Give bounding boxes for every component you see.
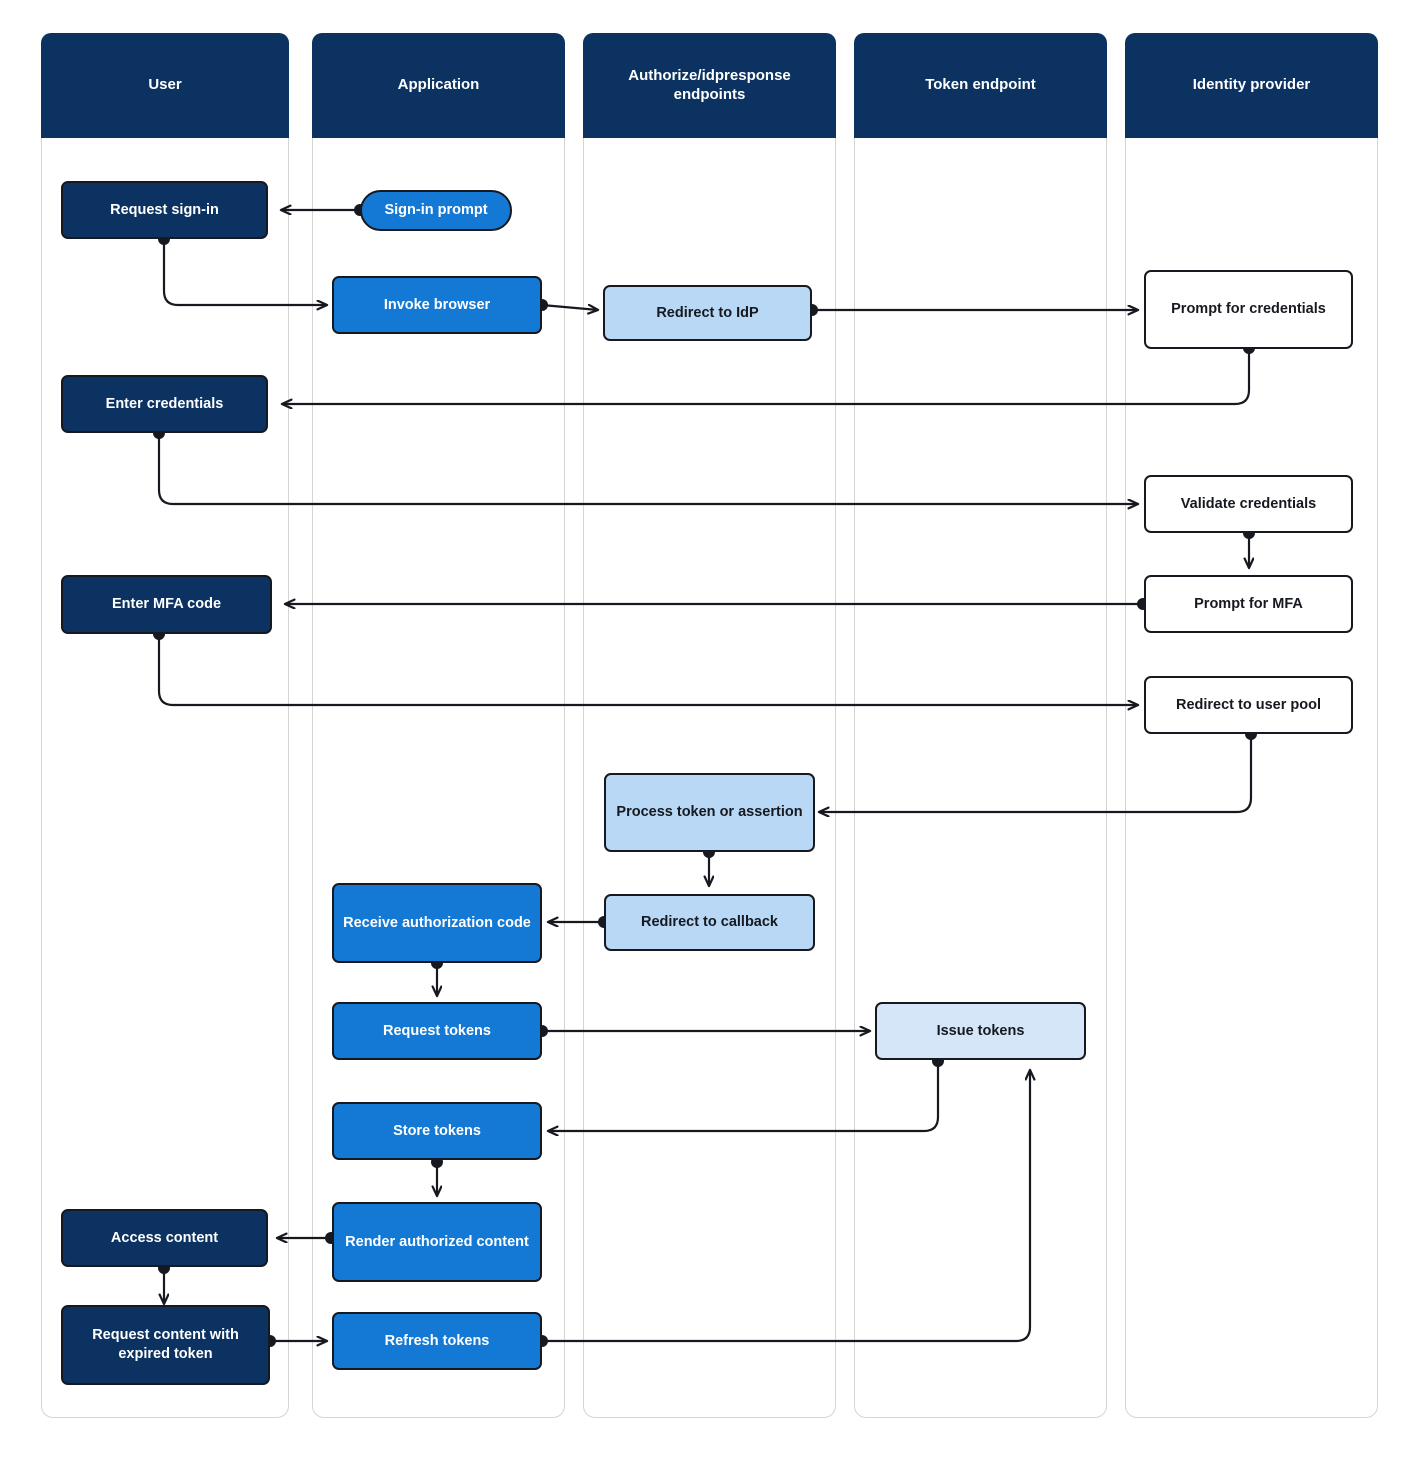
- node-request-sign-in[interactable]: Request sign-in: [61, 181, 268, 239]
- node-prompt-for-mfa[interactable]: Prompt for MFA: [1144, 575, 1353, 633]
- node-label: Sign-in prompt: [384, 202, 488, 219]
- node-request-tokens[interactable]: Request tokens: [332, 1002, 542, 1060]
- lane-header-identity-provider: Identity provider: [1125, 33, 1378, 138]
- node-render-authorized-content[interactable]: Render authorized content: [332, 1202, 542, 1282]
- node-label: Request content with expired token: [92, 1327, 239, 1362]
- lane-header-label: Token endpoint: [925, 76, 1036, 94]
- node-store-tokens[interactable]: Store tokens: [332, 1102, 542, 1160]
- node-label: Prompt for credentials: [1171, 301, 1326, 318]
- swimlane-diagram: User Application Authorize/idpresponse e…: [0, 0, 1414, 1467]
- node-sign-in-prompt[interactable]: Sign-in prompt: [360, 190, 512, 231]
- node-request-content-with-expired-token[interactable]: Request content with expired token: [61, 1305, 270, 1385]
- node-label: Enter MFA code: [111, 596, 222, 613]
- node-redirect-to-user-pool[interactable]: Redirect to user pool: [1144, 676, 1353, 734]
- node-label: Redirect to callback: [641, 914, 778, 931]
- node-label: Access content: [110, 1229, 219, 1246]
- lane-header-user: User: [41, 33, 289, 138]
- node-label: Request tokens: [383, 1022, 491, 1039]
- node-process-token-or-assertion[interactable]: Process token or assertion: [604, 773, 815, 852]
- node-redirect-to-idp[interactable]: Redirect to IdP: [603, 285, 812, 341]
- node-label: Refresh tokens: [384, 1332, 490, 1349]
- lane-token-endpoint: [854, 33, 1107, 1418]
- lane-header-authorize-endpoints: Authorize/idpresponse endpoints: [583, 33, 836, 138]
- node-label: Validate credentials: [1180, 495, 1317, 512]
- lane-header-label: Authorize/idpresponse endpoints: [628, 66, 791, 103]
- node-label: Redirect to user pool: [1175, 696, 1322, 713]
- node-access-content[interactable]: Access content: [61, 1209, 268, 1267]
- node-validate-credentials[interactable]: Validate credentials: [1144, 475, 1353, 533]
- node-label: Enter credentials: [105, 395, 224, 412]
- lane-header-token-endpoint: Token endpoint: [854, 33, 1107, 138]
- node-label: Render authorized content: [345, 1233, 529, 1250]
- node-label: Issue tokens: [936, 1022, 1025, 1039]
- node-label: Prompt for MFA: [1194, 595, 1303, 612]
- node-label: Process token or assertion: [616, 804, 803, 821]
- node-enter-credentials[interactable]: Enter credentials: [61, 375, 268, 433]
- node-prompt-for-credentials[interactable]: Prompt for credentials: [1144, 270, 1353, 349]
- node-label: Receive authorization code: [343, 914, 531, 931]
- lane-header-application: Application: [312, 33, 565, 138]
- node-invoke-browser[interactable]: Invoke browser: [332, 276, 542, 334]
- lane-header-label: Identity provider: [1192, 76, 1311, 94]
- node-redirect-to-callback[interactable]: Redirect to callback: [604, 894, 815, 951]
- node-label: Redirect to IdP: [656, 304, 759, 321]
- node-receive-authorization-code[interactable]: Receive authorization code: [332, 883, 542, 963]
- node-label: Request sign-in: [110, 201, 219, 218]
- node-enter-mfa-code[interactable]: Enter MFA code: [61, 575, 272, 634]
- lane-authorize-endpoints: [583, 33, 836, 1418]
- node-refresh-tokens[interactable]: Refresh tokens: [332, 1312, 542, 1370]
- node-label: Invoke browser: [383, 296, 491, 313]
- lane-header-label: Application: [397, 76, 480, 94]
- node-issue-tokens[interactable]: Issue tokens: [875, 1002, 1086, 1060]
- lane-header-label: User: [148, 76, 182, 94]
- node-label: Store tokens: [393, 1122, 481, 1139]
